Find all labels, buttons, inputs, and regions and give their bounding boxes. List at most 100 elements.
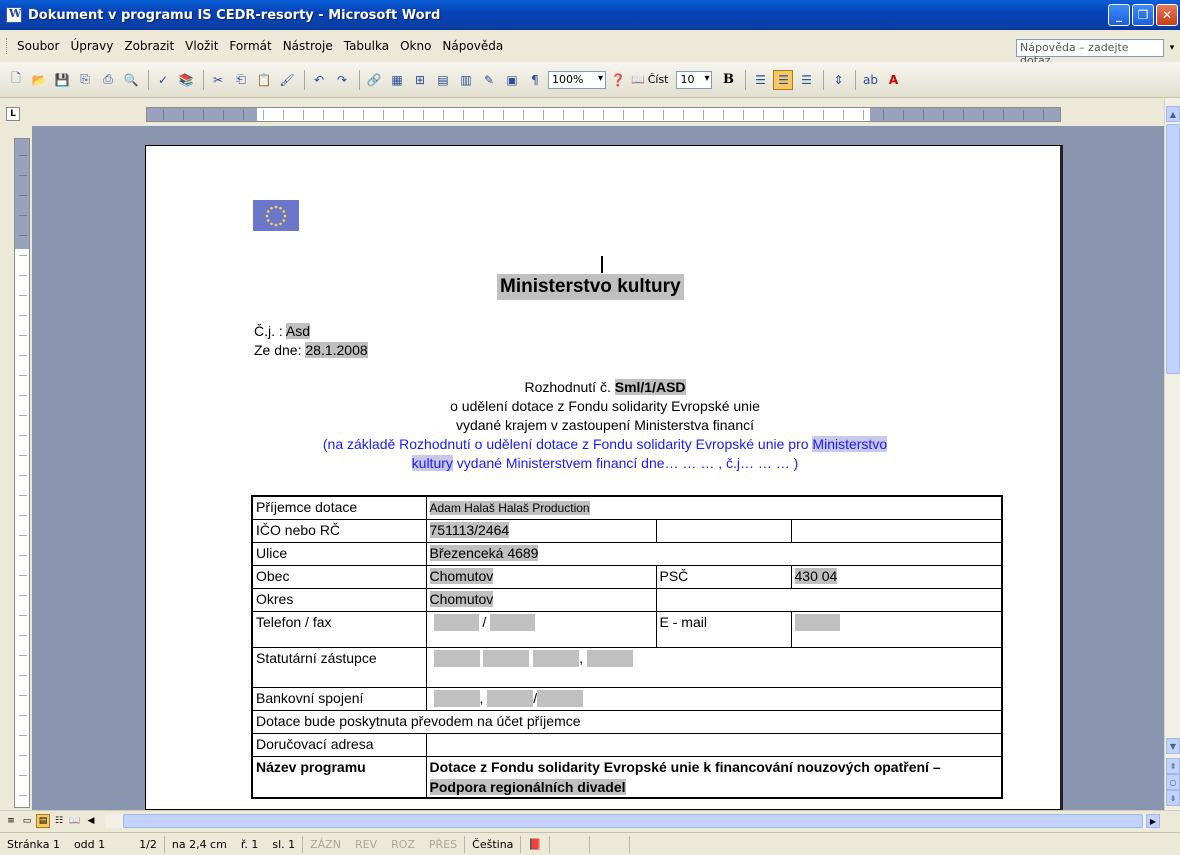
tables-borders-icon[interactable]: ▦ (387, 70, 407, 90)
menu-upravy[interactable]: Úpravy (70, 39, 113, 53)
horizontal-scrollbar[interactable]: ▶ (105, 814, 1160, 828)
scroll-right-icon[interactable]: ▶ (1146, 814, 1160, 828)
close-button[interactable]: ✕ (1156, 4, 1178, 26)
research-icon[interactable]: 📚 (176, 70, 196, 90)
status-rev[interactable]: REV (348, 838, 384, 851)
undo-icon[interactable]: ↶ (309, 70, 329, 90)
print-preview-icon[interactable]: 🔍 (121, 70, 141, 90)
dorucovaci-cell[interactable] (425, 732, 1003, 757)
status-ovr[interactable]: PŘES (422, 838, 464, 851)
align-center-icon[interactable]: ☰ (773, 69, 794, 90)
status-line[interactable]: ř. 1 (234, 838, 266, 851)
status-pages[interactable]: 1/2 (132, 838, 164, 851)
bank-field-2[interactable] (487, 690, 534, 708)
zoom-select[interactable]: 100% (548, 70, 606, 89)
cut-icon[interactable]: ✂ (208, 70, 228, 90)
psc-cell[interactable]: 430 04 (790, 564, 1003, 589)
previous-page-icon[interactable]: ⇞ (1166, 758, 1180, 774)
normal-view-icon[interactable]: ≡ (4, 814, 18, 828)
status-ext[interactable]: ROZ (384, 838, 422, 851)
program-cell[interactable]: Dotace z Fondu solidarity Evropské unie … (425, 755, 1003, 799)
format-painter-icon[interactable]: 🖌 (277, 70, 297, 90)
spelling-status-icon[interactable]: 📕 (520, 835, 549, 853)
bank-cell[interactable]: , / (425, 686, 1003, 711)
telefon-cell[interactable]: / (425, 610, 657, 648)
status-section[interactable]: odd 1 (67, 838, 112, 851)
outline-view-icon[interactable]: ☷ (52, 814, 66, 828)
browse-object-icon[interactable]: ○ (1166, 774, 1180, 790)
toolbar-grip[interactable] (6, 38, 9, 54)
align-left-icon[interactable]: ☰ (750, 70, 770, 90)
statutar-cell[interactable]: , (425, 646, 1003, 688)
program-value-b[interactable]: Podpora regionálních divadel (429, 778, 626, 795)
date-value[interactable]: 28.1.2008 (305, 342, 368, 358)
document-map-icon[interactable]: ▣ (502, 70, 522, 90)
scroll-down-icon[interactable]: ▼ (1166, 738, 1180, 754)
open-icon[interactable]: 📂 (29, 70, 49, 90)
next-page-icon[interactable]: ⇟ (1166, 790, 1180, 806)
psc-value[interactable]: 430 04 (794, 567, 838, 584)
ico-empty-1[interactable] (655, 518, 792, 543)
print-icon[interactable]: ⎙ (98, 70, 118, 90)
statutar-field-2[interactable] (483, 650, 530, 668)
ulice-cell[interactable]: Březenceká 4689 (425, 541, 1003, 566)
bank-field-3[interactable] (537, 690, 584, 708)
insert-excel-icon[interactable]: ▤ (433, 70, 453, 90)
statutar-field-4[interactable] (587, 650, 634, 668)
ico-cell[interactable]: 751113/2464 (425, 518, 657, 543)
font-color-icon[interactable]: A (883, 70, 903, 90)
horizontal-ruler[interactable] (146, 107, 1061, 122)
menu-okno[interactable]: Okno (400, 39, 431, 53)
menu-soubor[interactable]: Soubor (17, 39, 59, 53)
statutar-field-3[interactable] (533, 650, 580, 668)
copy-icon[interactable]: ⎗ (231, 70, 251, 90)
email-cell[interactable] (790, 610, 1003, 648)
status-column[interactable]: sl. 1 (265, 838, 302, 851)
font-size-select[interactable]: 10 (676, 70, 713, 89)
highlight-icon[interactable]: ab (860, 70, 880, 90)
prijemce-value[interactable]: Adam Halaš Halaš Production (429, 501, 590, 515)
ulice-value[interactable]: Březenceká 4689 (429, 544, 539, 561)
status-language[interactable]: Čeština (464, 835, 520, 853)
menu-zobrazit[interactable]: Zobrazit (124, 39, 174, 53)
bank-field-1[interactable] (433, 690, 480, 708)
document-heading[interactable]: Ministerstvo kultury (497, 274, 684, 300)
obec-value[interactable]: Chomutov (429, 567, 494, 584)
scroll-up-icon[interactable]: ▲ (1166, 106, 1180, 122)
status-position[interactable]: na 2,4 cm (163, 835, 234, 853)
line-spacing-icon[interactable]: ⇕ (828, 70, 848, 90)
status-rec[interactable]: ZÁZN (302, 835, 348, 853)
email-field[interactable] (794, 614, 840, 632)
ico-empty-2[interactable] (790, 518, 1003, 543)
hyperlink-icon[interactable]: 🔗 (364, 70, 384, 90)
columns-icon[interactable]: ▥ (456, 70, 476, 90)
statutar-field-1[interactable] (433, 650, 480, 668)
menu-napoveda[interactable]: Nápověda (442, 39, 503, 53)
maximize-button[interactable]: ❐ (1132, 4, 1154, 26)
help-icon[interactable]: ❓ (608, 70, 628, 90)
fax-field[interactable] (490, 614, 536, 632)
decision-number[interactable]: Sml/1/ASD (614, 379, 686, 395)
tab-selector-icon[interactable]: L (6, 107, 20, 121)
bold-button[interactable]: B (718, 70, 738, 90)
telefon-field[interactable] (433, 614, 479, 632)
save-icon[interactable]: 💾 (52, 70, 72, 90)
menu-vlozit[interactable]: Vložit (185, 39, 218, 53)
align-right-icon[interactable]: ☰ (796, 70, 816, 90)
note-highlight-b[interactable]: kultury (411, 455, 453, 471)
redo-icon[interactable]: ↷ (332, 70, 352, 90)
okres-value[interactable]: Chomutov (429, 590, 494, 607)
drawing-icon[interactable]: ✎ (479, 70, 499, 90)
dotace-text[interactable]: Dotace bude poskytnuta převodem na účet … (251, 709, 1003, 734)
ico-value[interactable]: 751113/2464 (429, 521, 510, 538)
help-dropdown-icon[interactable]: ▾ (1166, 40, 1178, 56)
vertical-scroll-thumb[interactable] (1166, 124, 1180, 374)
decision-line[interactable]: Rozhodnutí č. Sml/1/ASD (255, 378, 955, 397)
menu-format[interactable]: Formát (229, 39, 271, 53)
web-view-icon[interactable]: ▭ (20, 814, 34, 828)
minimize-button[interactable]: _ (1108, 4, 1130, 26)
scroll-left-icon[interactable]: ◀ (84, 814, 98, 828)
menu-tabulka[interactable]: Tabulka (344, 39, 389, 53)
spelling-icon[interactable]: ✓ (153, 70, 173, 90)
obec-cell[interactable]: Chomutov (425, 564, 657, 589)
